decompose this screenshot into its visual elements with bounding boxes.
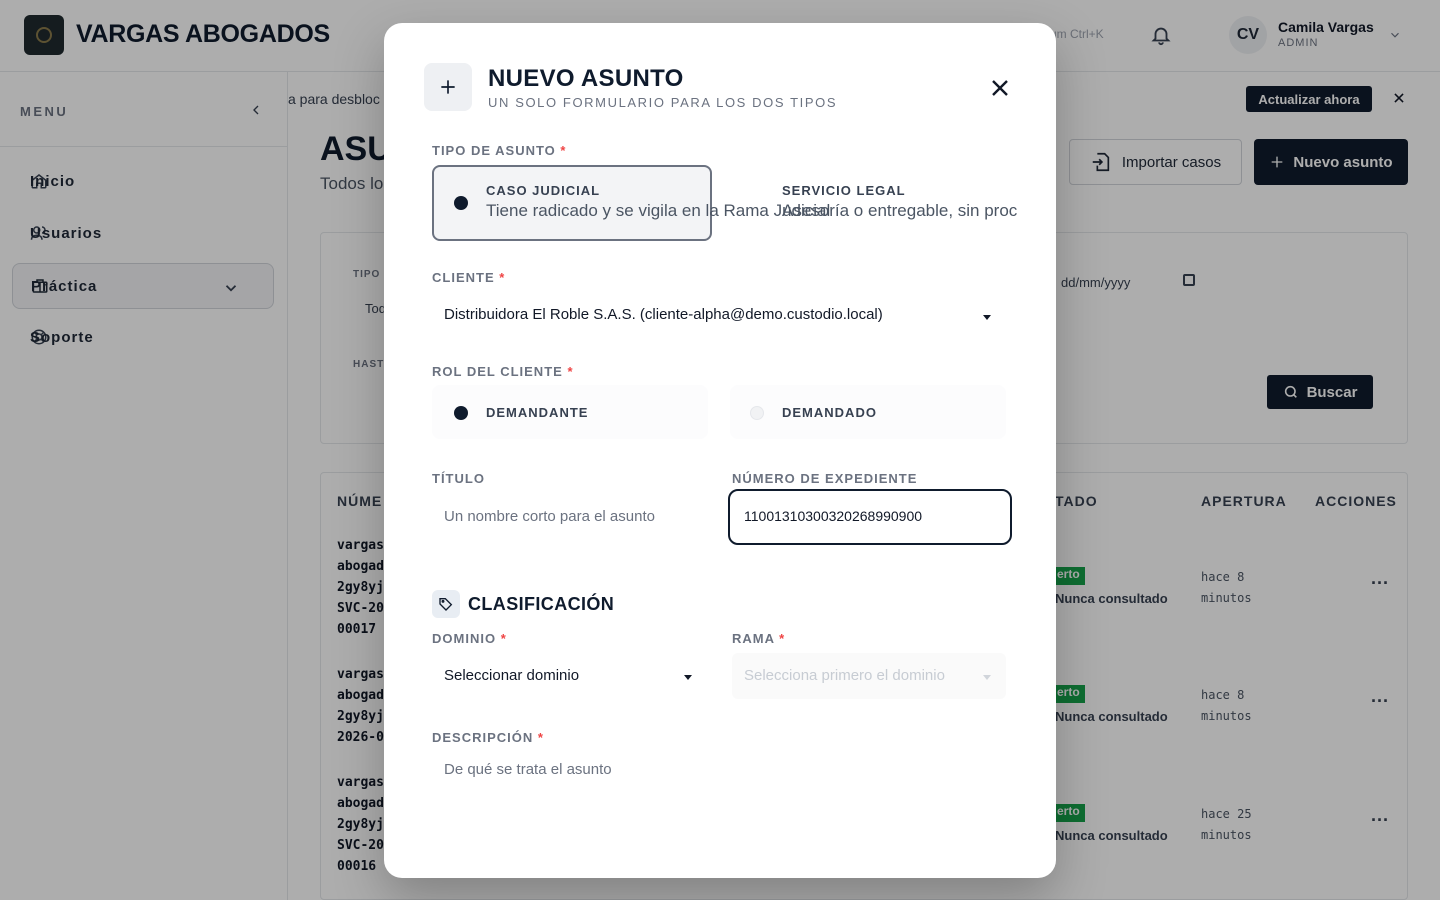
client-select[interactable]: Distribuidora El Roble S.A.S. (cliente-a… [444,306,883,323]
classification-title: CLASIFICACIÓN [468,594,615,614]
close-icon[interactable] [988,76,1012,100]
case-number-label: NÚMERO DE EXPEDIENTE [732,471,918,486]
domain-select[interactable]: Seleccionar dominio [444,667,579,684]
branch-label: RAMA * [732,631,786,646]
chevron-down-icon[interactable] [983,315,991,320]
type-option-judicial-case[interactable]: CASO JUDICIAL Tiene radicado y se vigila… [432,165,830,241]
tag-icon [432,590,460,618]
chevron-down-icon [983,675,991,680]
type-option-title: SERVICIO LEGAL [782,183,906,198]
title-label: TÍTULO [432,471,485,486]
dialog-subtitle: UN SOLO FORMULARIO PARA LOS DOS TIPOS [488,95,838,110]
role-option-defendant[interactable]: DEMANDADO [730,385,1006,439]
type-option-title: CASO JUDICIAL [486,183,601,198]
role-option-plaintiff[interactable]: DEMANDANTE [432,385,708,439]
client-role-label: ROL DEL CLIENTE * [432,364,574,379]
type-option-description: Asesoría o entregable, sin proc [782,201,1018,220]
title-input[interactable]: Un nombre corto para el asunto [444,508,655,525]
matter-type-label: TIPO DE ASUNTO * [432,143,567,158]
chevron-down-icon[interactable] [684,675,692,680]
type-option-legal-service[interactable]: SERVICIO LEGAL Asesoría o entregable, si… [730,165,1017,241]
dialog-title: NUEVO ASUNTO [488,65,684,92]
case-number-input[interactable]: 11001310300320268990900 [728,489,1012,545]
description-label: DESCRIPCIÓN * [432,730,544,745]
role-option-label: DEMANDANTE [486,405,589,420]
radio-selected[interactable] [454,196,468,210]
plus-icon [424,63,472,111]
branch-placeholder: Selecciona primero el dominio [744,667,945,684]
domain-label: DOMINIO * [432,631,507,646]
radio-unselected[interactable] [750,406,764,420]
new-matter-dialog: NUEVO ASUNTO UN SOLO FORMULARIO PARA LOS… [384,23,1056,878]
client-label: CLIENTE * [432,270,506,285]
description-textarea[interactable]: De qué se trata el asunto [444,761,612,778]
role-option-label: DEMANDADO [782,405,877,420]
radio-selected[interactable] [454,406,468,420]
